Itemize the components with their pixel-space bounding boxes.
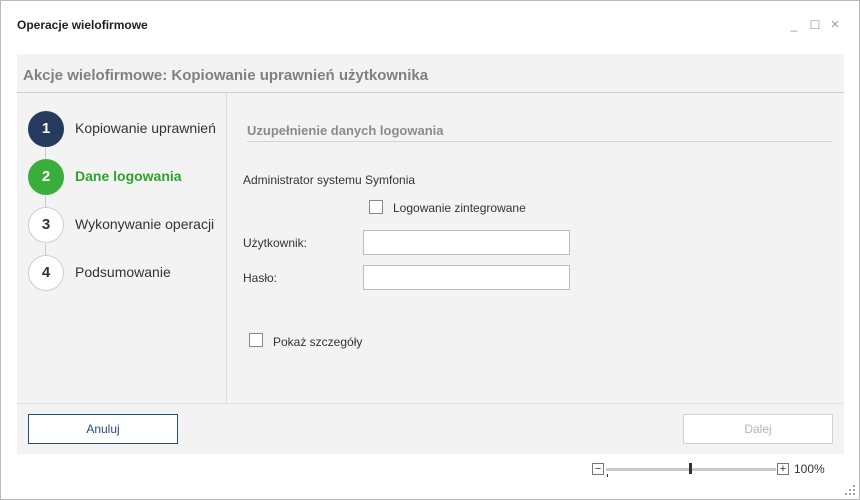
step-number-badge: 1	[28, 111, 64, 147]
zoom-level: 100%	[794, 462, 825, 476]
section-divider	[247, 141, 832, 142]
zoom-control: − + 100%	[592, 462, 832, 478]
zoom-out-button[interactable]: −	[592, 463, 604, 475]
password-label: Hasło:	[243, 271, 278, 285]
footer-divider	[17, 403, 844, 404]
section-title: Uzupełnienie danych logowania	[247, 123, 444, 138]
integrated-login-label[interactable]: Logowanie zintegrowane	[393, 201, 526, 215]
step-1: 1 Kopiowanie uprawnień	[28, 111, 228, 147]
step-connector	[45, 146, 46, 160]
zoom-slider-tick	[607, 474, 608, 477]
title-bar: Operacje wielofirmowe _ ☐ ×	[1, 1, 859, 51]
step-label: Dane logowania	[75, 168, 182, 184]
step-number-badge: 3	[28, 207, 64, 243]
wizard-panel: Akcje wielofirmowe: Kopiowanie uprawnień…	[17, 54, 844, 454]
cancel-button[interactable]: Anuluj	[28, 414, 178, 444]
close-button[interactable]: ×	[827, 17, 843, 33]
zoom-in-button[interactable]: +	[777, 463, 789, 475]
steps-divider	[226, 93, 227, 403]
window-title: Operacje wielofirmowe	[17, 18, 148, 32]
integrated-login-checkbox[interactable]	[369, 200, 383, 214]
step-number-badge: 4	[28, 255, 64, 291]
user-input[interactable]	[363, 230, 570, 255]
step-3: 3 Wykonywanie operacji	[28, 207, 228, 243]
step-label: Kopiowanie uprawnień	[75, 120, 216, 136]
dialog-window: Operacje wielofirmowe _ ☐ × Akcje wielof…	[0, 0, 860, 500]
next-button[interactable]: Dalej	[683, 414, 833, 444]
user-label: Użytkownik:	[243, 236, 308, 250]
step-2: 2 Dane logowania	[28, 159, 228, 195]
minimize-button[interactable]: _	[786, 17, 802, 33]
step-label: Podsumowanie	[75, 264, 171, 280]
resize-grip-icon[interactable]	[845, 485, 855, 495]
show-details-label[interactable]: Pokaż szczegóły	[273, 335, 362, 349]
zoom-slider-thumb[interactable]	[689, 463, 692, 474]
show-details-checkbox[interactable]	[249, 333, 263, 347]
page-title: Akcje wielofirmowe: Kopiowanie uprawnień…	[23, 67, 429, 84]
step-number-badge: 2	[28, 159, 64, 195]
password-input[interactable]	[363, 265, 570, 290]
step-label: Wykonywanie operacji	[75, 216, 215, 232]
maximize-button[interactable]: ☐	[807, 17, 823, 33]
step-4: 4 Podsumowanie	[28, 255, 228, 291]
wizard-steps: 1 Kopiowanie uprawnień 2 Dane logowania …	[17, 93, 226, 403]
admin-label: Administrator systemu Symfonia	[243, 173, 416, 187]
